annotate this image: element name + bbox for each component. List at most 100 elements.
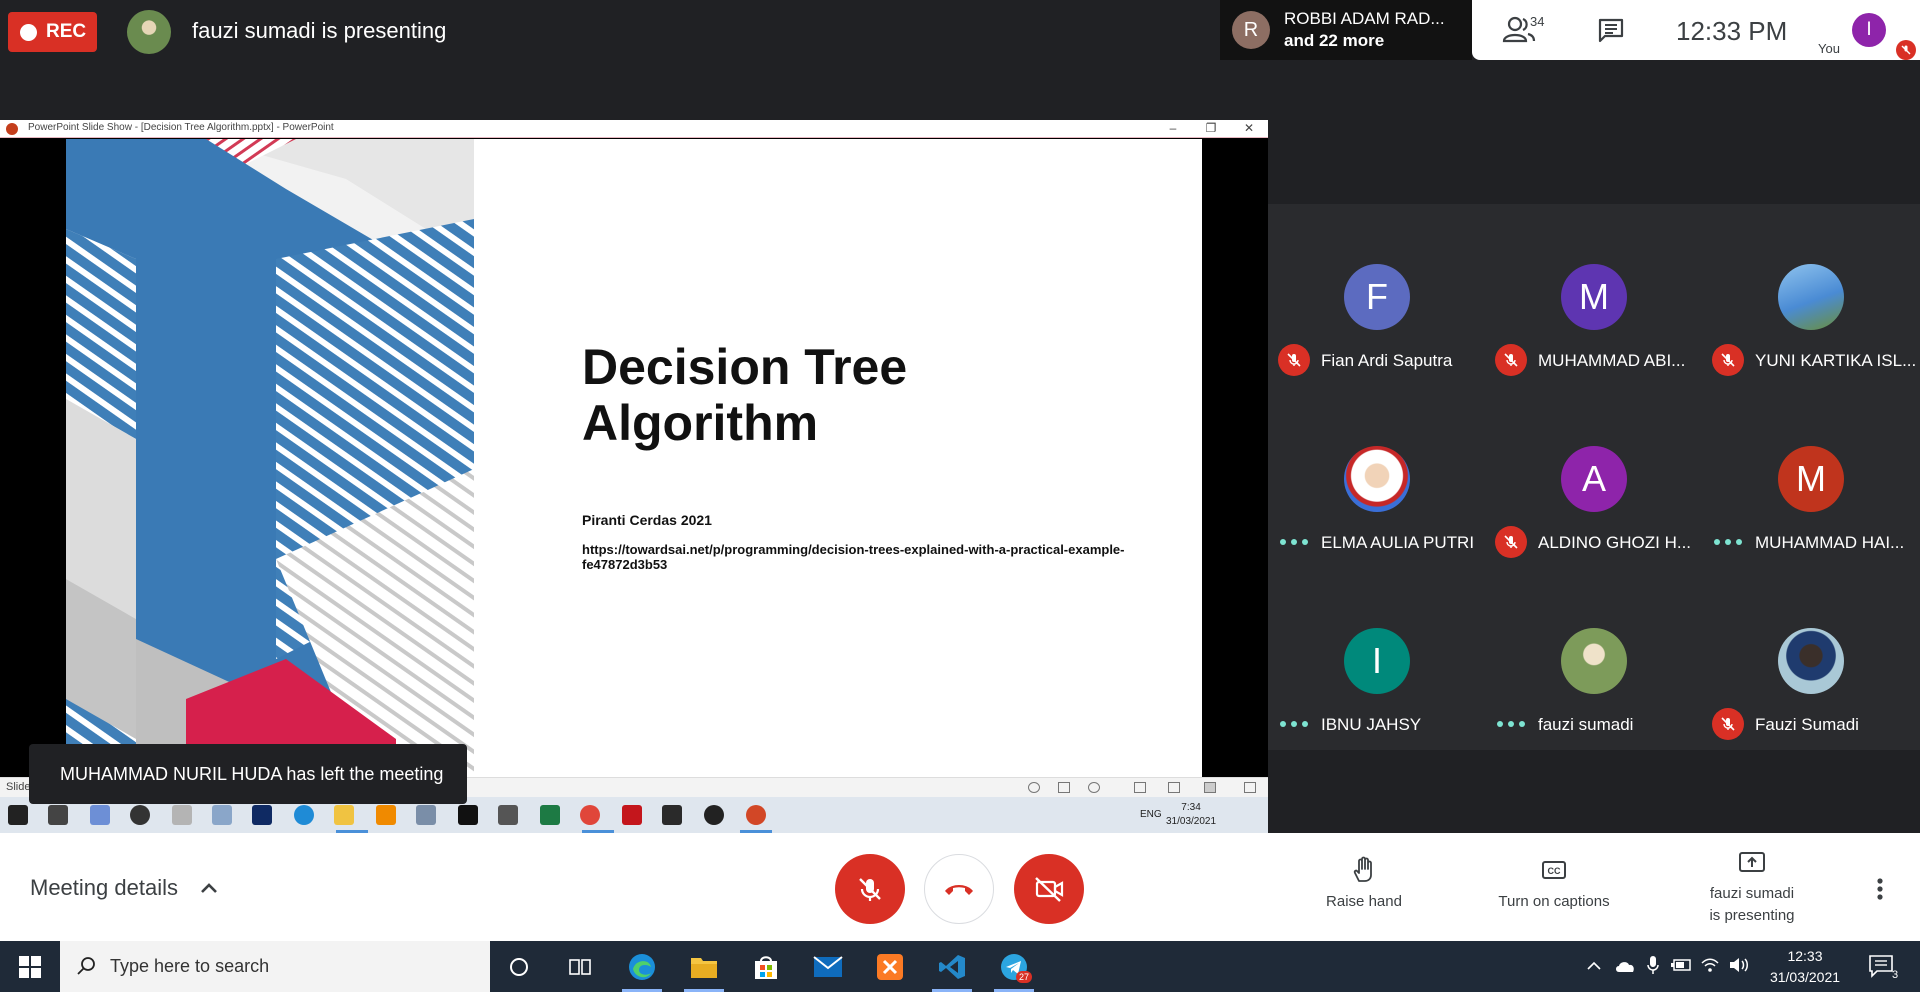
chevron-up-icon[interactable] — [198, 877, 220, 904]
store-icon[interactable] — [750, 951, 782, 983]
normal-view-icon[interactable] — [1134, 782, 1146, 793]
chrome-icon[interactable] — [580, 805, 600, 825]
speaking-indicator-icon — [1280, 534, 1308, 550]
terminal-icon[interactable] — [458, 805, 478, 825]
meeting-controls: Meeting details Raise hand CC Turn on ca… — [0, 833, 1920, 941]
chat-icon[interactable] — [1597, 17, 1625, 48]
others-name: ROBBI ADAM RAD... — [1284, 9, 1445, 28]
app-icon[interactable] — [172, 805, 192, 825]
app-icon[interactable] — [212, 805, 232, 825]
next-icon[interactable] — [1088, 782, 1100, 793]
people-count: 34 — [1530, 14, 1545, 29]
taskbar-date: 31/03/2021 — [1769, 969, 1841, 985]
participant-tile[interactable]: A ALDINO GHOZI H... — [1485, 386, 1702, 568]
edge-icon[interactable] — [626, 951, 658, 983]
mail-icon[interactable] — [812, 951, 844, 983]
obs-icon[interactable] — [704, 805, 724, 825]
notification-icon[interactable] — [1868, 954, 1894, 978]
cortana-icon[interactable] — [503, 951, 535, 983]
slide-sorter-icon[interactable] — [1168, 782, 1180, 793]
captions-button[interactable]: CC Turn on captions — [1484, 855, 1624, 913]
start-icon[interactable] — [8, 805, 28, 825]
more-options-icon[interactable] — [1876, 877, 1884, 906]
app-icon[interactable] — [130, 805, 150, 825]
speaking-indicator-icon — [1497, 716, 1525, 732]
xampp-icon[interactable] — [874, 951, 906, 983]
participant-tile[interactable]: fauzi sumadi — [1485, 568, 1702, 750]
left-meeting-toast: MUHAMMAD NURIL HUDA has left the meeting — [29, 744, 467, 804]
chevron-up-icon[interactable] — [1586, 959, 1602, 973]
recording-indicator[interactable]: REC — [8, 12, 97, 52]
slide-url: https://towardsai.net/p/programming/deci… — [582, 542, 1125, 572]
participant-name: Fian Ardi Saputra — [1321, 351, 1453, 370]
meeting-details-button[interactable]: Meeting details — [30, 875, 178, 901]
powerpoint-icon — [6, 123, 18, 135]
participant-tile[interactable]: I IBNU JAHSY — [1268, 568, 1485, 750]
microphone-icon[interactable] — [1646, 955, 1660, 975]
participant-tile[interactable]: M MUHAMMAD ABI... — [1485, 204, 1702, 386]
app-icon[interactable] — [416, 805, 436, 825]
task-view-icon[interactable] — [564, 951, 596, 983]
onedrive-icon[interactable] — [1614, 959, 1636, 973]
inner-clock-time: 7:34 — [1181, 802, 1201, 813]
leave-call-button[interactable] — [924, 854, 994, 924]
vlc-icon[interactable] — [376, 805, 396, 825]
presenting-line2: is presenting — [1709, 907, 1795, 924]
slide-subtitle: Piranti Cerdas 2021 — [582, 512, 712, 528]
vscode-icon[interactable] — [936, 951, 968, 983]
folder-icon[interactable] — [334, 805, 354, 825]
slide: Decision Tree Algorithm Piranti Cerdas 2… — [66, 139, 1202, 777]
camera-toggle-button[interactable] — [1014, 854, 1084, 924]
speaking-indicator-icon — [1280, 716, 1308, 732]
taskbar-time: 12:33 — [1787, 948, 1823, 964]
meeting-clock: 12:33 PM — [1676, 16, 1788, 46]
volume-icon[interactable] — [1728, 955, 1750, 975]
acrobat-icon[interactable] — [622, 805, 642, 825]
taskbar-search[interactable]: Type here to search — [60, 941, 490, 992]
raise-hand-button[interactable]: Raise hand — [1318, 855, 1410, 913]
taskview-icon[interactable] — [48, 805, 68, 825]
participant-avatar: A — [1561, 446, 1627, 512]
telegram-badge: 27 — [1016, 971, 1033, 983]
slideshow-icon[interactable] — [1244, 782, 1256, 793]
restore-icon[interactable]: ❐ — [1196, 120, 1226, 138]
rec-label: REC — [46, 21, 87, 42]
other-participants-chip[interactable]: R ROBBI ADAM RAD... and 22 more — [1220, 0, 1472, 60]
top-bar: REC fauzi sumadi is presenting R ROBBI A… — [0, 0, 1920, 62]
windows-start-button[interactable] — [0, 941, 60, 992]
search-placeholder: Type here to search — [110, 956, 270, 976]
participant-tile[interactable]: ELMA AULIA PUTRI — [1268, 386, 1485, 568]
participant-name: fauzi sumadi — [1538, 715, 1634, 734]
mic-toggle-button[interactable] — [835, 854, 905, 924]
slide-title: Decision Tree Algorithm — [582, 339, 908, 451]
powerpoint-icon[interactable] — [746, 805, 766, 825]
participant-photo — [1778, 264, 1844, 330]
participant-tile[interactable]: Fauzi Sumadi — [1702, 568, 1919, 750]
excel-icon[interactable] — [540, 805, 560, 825]
present-now-button[interactable]: fauzi sumadi is presenting — [1692, 849, 1812, 927]
app-icon[interactable] — [90, 805, 110, 825]
pause-icon[interactable] — [1058, 782, 1070, 793]
close-icon[interactable]: ✕ — [1234, 120, 1264, 138]
app-icon[interactable] — [498, 805, 518, 825]
participant-tile[interactable]: M MUHAMMAD HAI... — [1702, 386, 1919, 568]
participant-tile[interactable]: YUNI KARTIKA ISL... — [1702, 204, 1919, 386]
self-avatar[interactable]: I — [1852, 13, 1886, 47]
photoshop-icon[interactable] — [252, 805, 272, 825]
participant-avatar: M — [1561, 264, 1627, 330]
self-muted-mic-icon — [1896, 40, 1916, 60]
app-icon[interactable] — [662, 805, 682, 825]
wifi-icon[interactable] — [1700, 955, 1720, 975]
battery-icon[interactable] — [1670, 957, 1692, 973]
reading-view-icon[interactable] — [1204, 782, 1216, 793]
participant-name: ALDINO GHOZI H... — [1538, 533, 1692, 552]
edge-icon[interactable] — [294, 805, 314, 825]
participant-name: MUHAMMAD HAI... — [1755, 533, 1905, 552]
notification-count: 3 — [1892, 969, 1899, 981]
others-avatar: R — [1232, 11, 1270, 49]
minimize-icon[interactable]: – — [1158, 120, 1188, 138]
taskbar-clock[interactable]: 12:33 31/03/2021 — [1760, 946, 1850, 988]
prev-icon[interactable] — [1028, 782, 1040, 793]
file-explorer-icon[interactable] — [688, 951, 720, 983]
participant-tile[interactable]: F Fian Ardi Saputra — [1268, 204, 1485, 386]
